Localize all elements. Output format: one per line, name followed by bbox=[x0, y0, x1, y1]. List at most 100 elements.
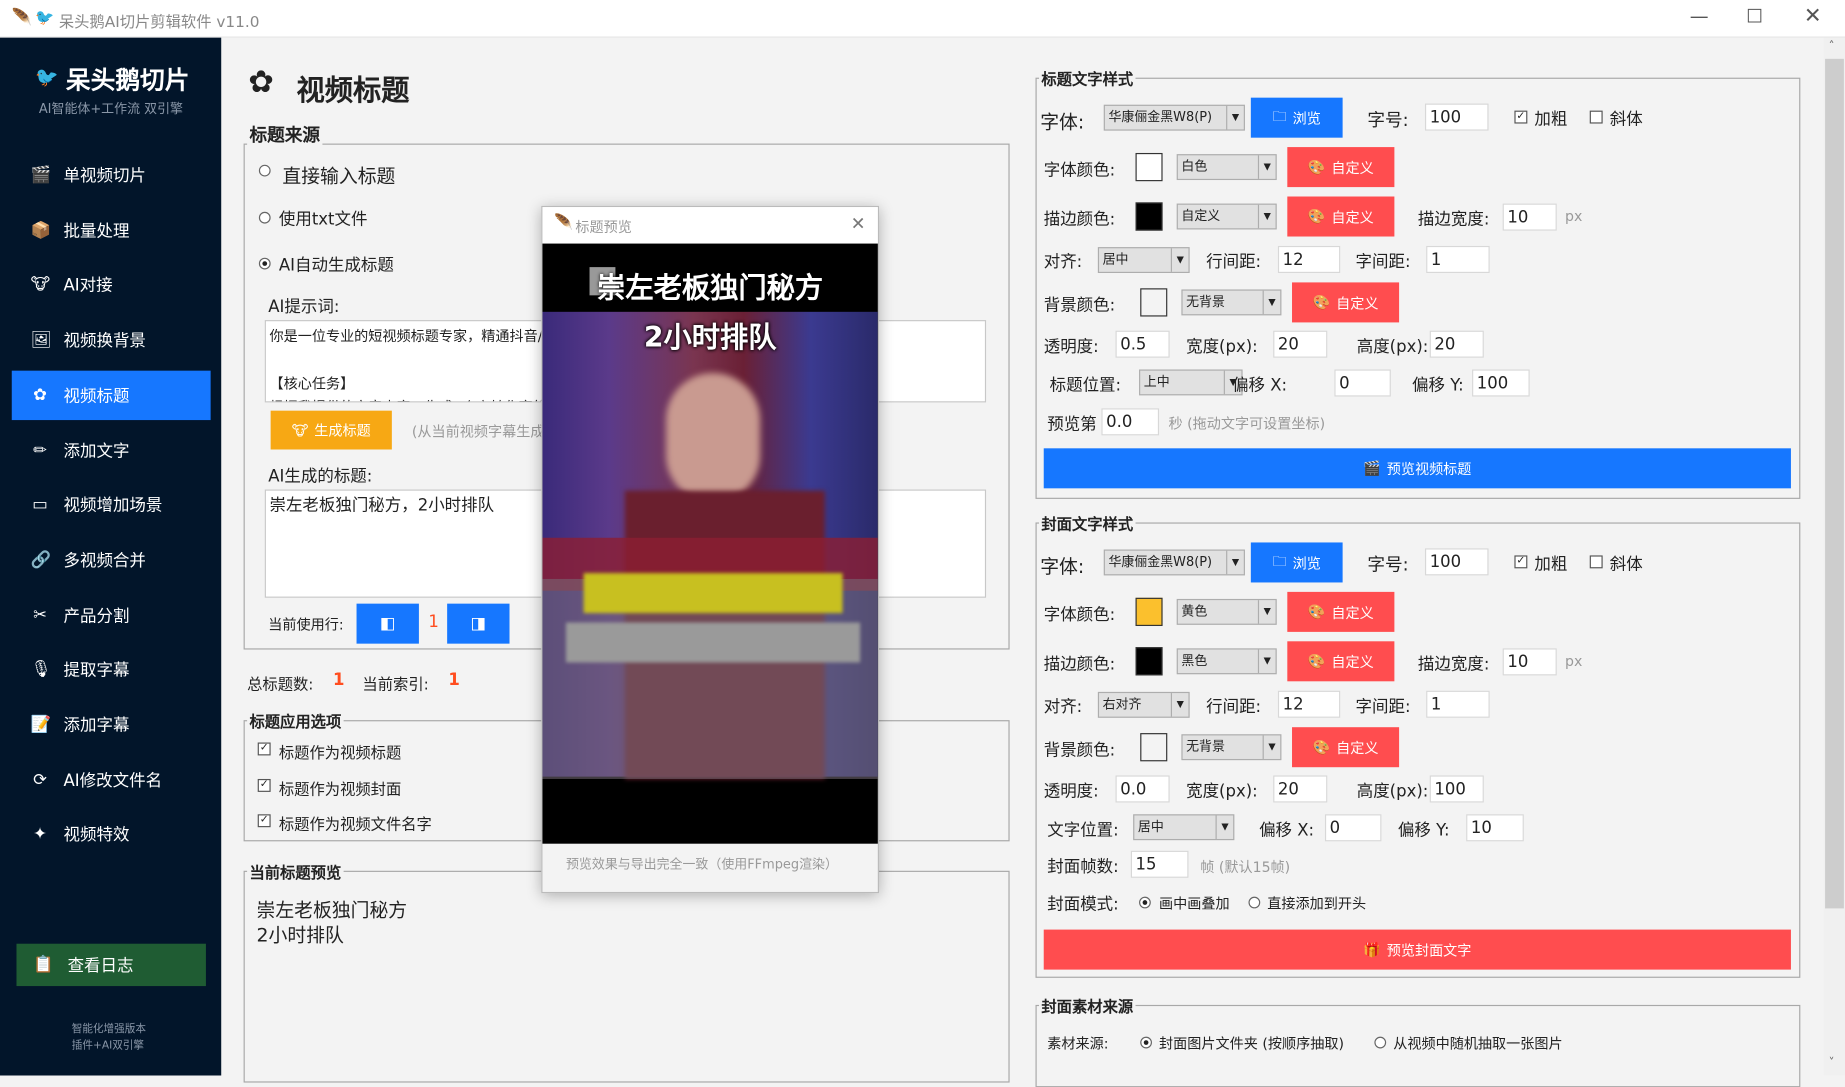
font-color-swatch[interactable] bbox=[1135, 152, 1163, 182]
sidebar-item[interactable]: 📝 添加字幕 bbox=[12, 700, 211, 749]
browse-font-button[interactable]: 🗀 浏览 bbox=[1250, 97, 1343, 138]
opacity-input[interactable]: 0.5 bbox=[1115, 330, 1170, 358]
line-spacing-input[interactable]: 12 bbox=[1277, 245, 1341, 273]
stroke-color-select[interactable]: 自定义 bbox=[1176, 203, 1277, 230]
custom-bg-color-button[interactable]: 🎨 自定义 bbox=[1292, 727, 1400, 768]
align-select[interactable]: 居中 bbox=[1097, 247, 1190, 273]
apply-checkbox[interactable]: ✓ bbox=[257, 778, 271, 792]
sidebar-item[interactable]: 🎙 提取字幕 bbox=[12, 645, 211, 694]
width-input[interactable]: 20 bbox=[1273, 775, 1328, 803]
browse-font-button[interactable]: 🗀 浏览 bbox=[1250, 542, 1343, 583]
source-radio[interactable] bbox=[258, 257, 271, 270]
sidebar-item[interactable]: ⟳ AI修改文件名 bbox=[12, 755, 211, 804]
custom-font-color-button[interactable]: 🎨 自定义 bbox=[1287, 147, 1395, 188]
bold-checkbox[interactable]: ✓ bbox=[1514, 555, 1528, 569]
offset-y-input[interactable]: 10 bbox=[1466, 814, 1524, 842]
video-preview[interactable]: 崇左老板独门秘方 2小时排队 bbox=[542, 243, 878, 844]
bg-color-select[interactable]: 无背景 bbox=[1181, 289, 1282, 316]
offset-x-input[interactable]: 0 bbox=[1324, 814, 1382, 842]
sidebar-item[interactable]: ✿ 视频标题 bbox=[11, 370, 211, 420]
opacity-input[interactable]: 0.0 bbox=[1115, 775, 1170, 803]
stroke-color-swatch[interactable] bbox=[1135, 647, 1163, 676]
source-radio[interactable] bbox=[258, 211, 271, 224]
sidebar-item[interactable]: 🖼 视频换背景 bbox=[12, 315, 211, 364]
scroll-down-icon[interactable]: ˅ bbox=[1829, 1057, 1835, 1070]
custom-bg-color-button[interactable]: 🎨 自定义 bbox=[1292, 282, 1400, 323]
next-row-button[interactable]: ◨ bbox=[447, 603, 510, 644]
source-option-label[interactable]: AI自动生成标题 bbox=[279, 253, 394, 277]
bold-checkbox[interactable]: ✓ bbox=[1514, 110, 1528, 124]
bold-label[interactable]: 加粗 bbox=[1534, 107, 1567, 131]
position-select[interactable]: 上中 bbox=[1139, 369, 1243, 396]
source-option-label[interactable]: 直接输入标题 bbox=[282, 160, 395, 188]
offset-x-input[interactable]: 0 bbox=[1334, 369, 1391, 397]
sidebar-item[interactable]: 🐮 AI对接 bbox=[12, 261, 211, 310]
custom-stroke-color-button[interactable]: 🎨 自定义 bbox=[1287, 641, 1395, 682]
apply-option-label[interactable]: 标题作为视频标题 bbox=[279, 740, 401, 763]
char-spacing-input[interactable]: 1 bbox=[1426, 690, 1490, 718]
stroke-width-input[interactable]: 10 bbox=[1502, 203, 1557, 231]
custom-font-color-button[interactable]: 🎨 自定义 bbox=[1287, 591, 1395, 632]
apply-checkbox[interactable]: ✓ bbox=[257, 814, 271, 828]
mode-radio[interactable] bbox=[1248, 896, 1261, 909]
font-color-swatch[interactable] bbox=[1135, 597, 1163, 627]
sidebar-item[interactable]: ✦ 视频特效 bbox=[12, 810, 211, 859]
sidebar-item[interactable]: ✂ 产品分割 bbox=[12, 590, 211, 639]
stroke-color-select[interactable]: 黑色 bbox=[1176, 648, 1277, 675]
italic-checkbox[interactable] bbox=[1589, 555, 1603, 569]
font-select[interactable]: 华康俪金黑W8(P) bbox=[1103, 104, 1245, 131]
italic-checkbox[interactable] bbox=[1589, 110, 1603, 124]
frames-input[interactable]: 15 bbox=[1130, 850, 1189, 878]
apply-option-label[interactable]: 标题作为视频封面 bbox=[279, 776, 401, 799]
width-input[interactable]: 20 bbox=[1273, 330, 1328, 358]
italic-label[interactable]: 斜体 bbox=[1610, 552, 1643, 576]
stroke-width-input[interactable]: 10 bbox=[1502, 648, 1557, 676]
dialog-close-button[interactable]: ✕ bbox=[851, 213, 866, 234]
source-radio[interactable] bbox=[258, 164, 271, 177]
apply-option-label[interactable]: 标题作为视频文件名字 bbox=[279, 812, 432, 835]
preview-at-input[interactable]: 0.0 bbox=[1101, 408, 1160, 436]
size-input[interactable]: 100 bbox=[1424, 548, 1489, 576]
custom-stroke-color-button[interactable]: 🎨 自定义 bbox=[1287, 196, 1395, 237]
close-button[interactable]: ✕ bbox=[1804, 4, 1822, 29]
height-input[interactable]: 100 bbox=[1429, 775, 1484, 803]
prev-row-button[interactable]: ◧ bbox=[356, 603, 419, 644]
source-option-label[interactable]: 使用txt文件 bbox=[279, 207, 368, 231]
material-radio[interactable] bbox=[1374, 1036, 1387, 1049]
size-input[interactable]: 100 bbox=[1424, 103, 1489, 131]
align-select[interactable]: 右对齐 bbox=[1097, 691, 1190, 718]
offset-y-input[interactable]: 100 bbox=[1472, 369, 1530, 397]
stroke-color-swatch[interactable] bbox=[1135, 202, 1163, 231]
mode-radio[interactable] bbox=[1139, 896, 1151, 909]
sidebar-item[interactable]: 📦 批量处理 bbox=[12, 206, 211, 255]
sidebar-item[interactable]: ▭ 视频增加场景 bbox=[12, 480, 211, 529]
bg-color-select[interactable]: 无背景 bbox=[1181, 734, 1282, 761]
bold-label[interactable]: 加粗 bbox=[1534, 552, 1567, 576]
maximize-button[interactable]: ☐ bbox=[1746, 5, 1763, 27]
scrollbar-thumb[interactable] bbox=[1825, 58, 1844, 909]
mode-option-label[interactable]: 画中画叠加 bbox=[1159, 893, 1230, 913]
sidebar-item[interactable]: 🎬 单视频切片 bbox=[12, 151, 211, 200]
line-spacing-input[interactable]: 12 bbox=[1277, 690, 1341, 718]
bg-color-swatch[interactable] bbox=[1140, 733, 1168, 762]
preview-video-title-button[interactable]: 🎬 预览视频标题 bbox=[1043, 448, 1791, 489]
height-input[interactable]: 20 bbox=[1429, 330, 1484, 358]
sidebar-item[interactable]: 🔗 多视频合并 bbox=[12, 535, 211, 584]
apply-checkbox[interactable]: ✓ bbox=[257, 742, 271, 756]
sidebar-item[interactable]: ✏ 添加文字 bbox=[12, 425, 211, 474]
scroll-up-icon[interactable]: ˄ bbox=[1829, 40, 1835, 53]
font-color-select[interactable]: 白色 bbox=[1176, 154, 1277, 181]
preview-cover-text-button[interactable]: 🎁 预览封面文字 bbox=[1043, 929, 1791, 970]
mode-option-label[interactable]: 直接添加到开头 bbox=[1267, 893, 1366, 913]
bg-color-swatch[interactable] bbox=[1140, 288, 1168, 317]
view-log-button[interactable]: 📋 查看日志 bbox=[16, 943, 206, 987]
minimize-button[interactable]: — bbox=[1690, 5, 1709, 27]
generate-title-button[interactable]: 🐮 生成标题 bbox=[270, 410, 392, 450]
font-select[interactable]: 华康俪金黑W8(P) bbox=[1103, 549, 1245, 576]
scrollbar[interactable]: ˄ ˅ bbox=[1823, 37, 1845, 1076]
material-option-label[interactable]: 从视频中随机抽取一张图片 bbox=[1393, 1033, 1562, 1053]
position-select[interactable]: 居中 bbox=[1133, 814, 1235, 841]
material-radio[interactable] bbox=[1140, 1036, 1152, 1049]
char-spacing-input[interactable]: 1 bbox=[1426, 245, 1490, 273]
font-color-select[interactable]: 黄色 bbox=[1176, 598, 1277, 625]
